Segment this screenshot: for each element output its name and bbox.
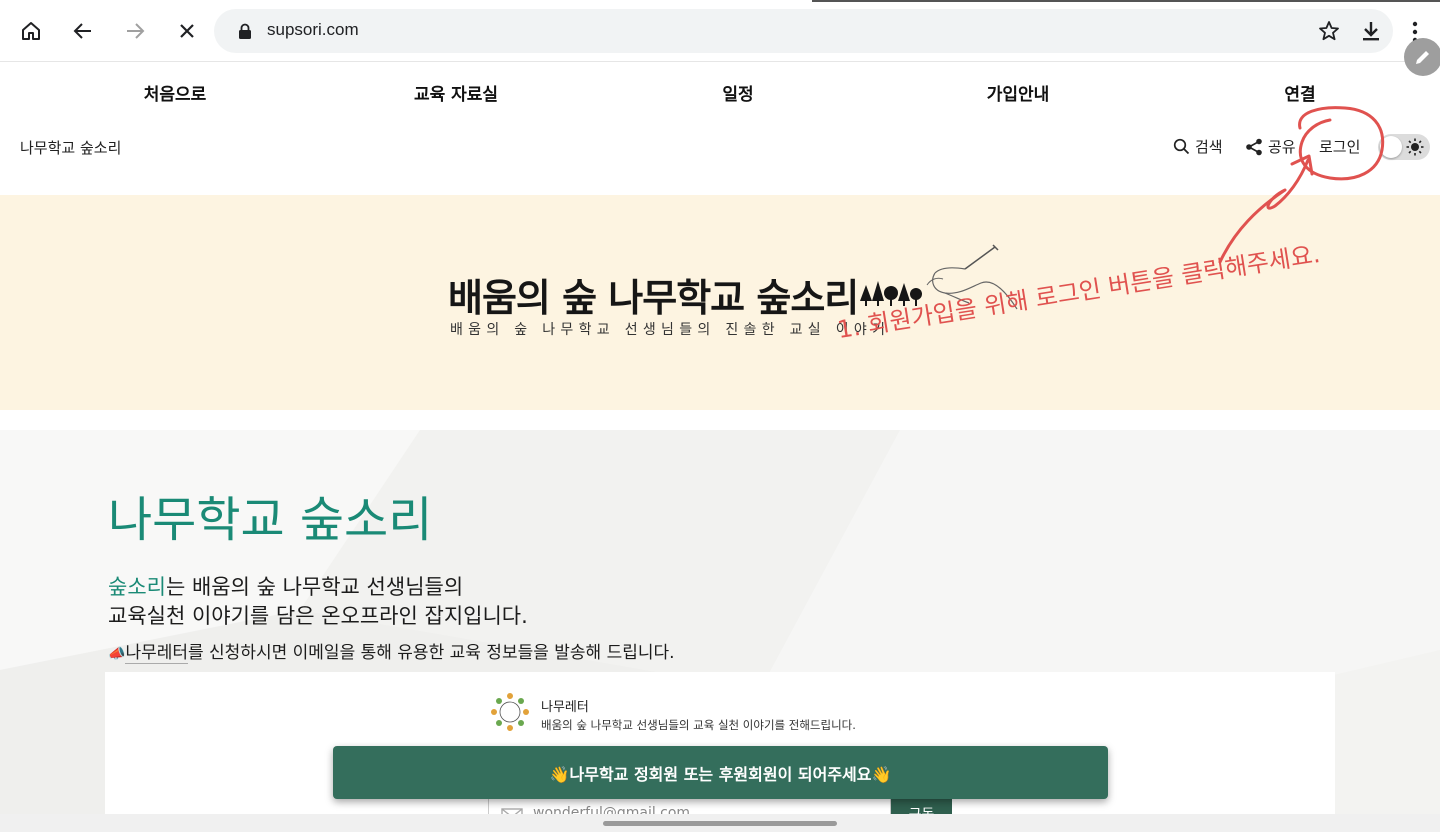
toggle-knob bbox=[1380, 136, 1402, 158]
site-nav: 처음으로 교육 자료실 일정 가입안내 연결 bbox=[0, 62, 1440, 120]
site-name[interactable]: 나무학교 숲소리 bbox=[20, 137, 121, 158]
close-icon[interactable] bbox=[168, 12, 206, 50]
search-icon bbox=[1173, 138, 1190, 155]
forward-icon[interactable] bbox=[116, 12, 154, 50]
hero-banner: 배움의 숲 나무학교 숲소리 배움의 숲 나무학교 선생님들의 진솔한 교실 이… bbox=[0, 195, 1440, 410]
nav-connect[interactable]: 연결 bbox=[1284, 80, 1315, 105]
download-icon[interactable] bbox=[1359, 19, 1383, 47]
membership-banner-button[interactable]: 👋나무학교 정회원 또는 후원회원이 되어주세요👋 bbox=[333, 746, 1108, 799]
search-button[interactable]: 검색 bbox=[1173, 136, 1223, 157]
newsletter-description: 배움의 숲 나무학교 선생님들의 교육 실천 이야기를 전해드립니다. bbox=[541, 718, 856, 732]
login-button[interactable]: 로그인 bbox=[1319, 136, 1360, 157]
lock-icon bbox=[238, 23, 252, 44]
sun-icon bbox=[1406, 138, 1424, 160]
search-label: 검색 bbox=[1195, 138, 1223, 156]
intro-line-2: 교육실천 이야기를 담은 온오프라인 잡지입니다. bbox=[108, 604, 528, 628]
site-header-bar: 나무학교 숲소리 검색 공유 로그인 bbox=[0, 120, 1440, 176]
intro-accent: 숲소리 bbox=[108, 575, 166, 599]
nav-home[interactable]: 처음으로 bbox=[144, 80, 207, 105]
share-label: 공유 bbox=[1268, 138, 1296, 156]
megaphone-icon: 📣 bbox=[108, 646, 126, 662]
intro-line-3: 📣나무레터를 신청하시면 이메일을 통해 유용한 교육 정보들을 발송해 드립니… bbox=[108, 638, 675, 664]
page-title: 나무학교 숲소리 bbox=[108, 492, 433, 548]
login-label: 로그인 bbox=[1319, 138, 1361, 156]
address-bar[interactable]: supsori.com bbox=[214, 9, 1393, 53]
nav-edu-resources[interactable]: 교육 자료실 bbox=[414, 80, 498, 105]
intro-line-1-text: 는 배움의 숲 나무학교 선생님들의 bbox=[165, 575, 464, 599]
intro-line-1: 숲소리는 배움의 숲 나무학교 선생님들의 bbox=[108, 571, 463, 601]
share-icon bbox=[1246, 138, 1262, 155]
theme-toggle[interactable] bbox=[1378, 134, 1430, 160]
browser-toolbar: supsori.com bbox=[0, 0, 1440, 62]
url-text: supsori.com bbox=[267, 20, 359, 39]
gesture-home-indicator[interactable] bbox=[603, 821, 837, 826]
membership-banner-text: 👋나무학교 정회원 또는 후원회원이 되어주세요👋 bbox=[549, 764, 892, 784]
banner-subtitle: 배움의 숲 나무학교 선생님들의 진솔한 교실 이야기 bbox=[450, 322, 891, 338]
nav-schedule[interactable]: 일정 bbox=[722, 80, 753, 105]
nav-join-guide[interactable]: 가입안내 bbox=[987, 80, 1050, 105]
loading-progress bbox=[812, 0, 1440, 2]
share-button[interactable]: 공유 bbox=[1245, 136, 1296, 157]
home-icon[interactable] bbox=[12, 12, 50, 50]
newsletter-name: 나무레터 bbox=[541, 700, 589, 715]
back-icon[interactable] bbox=[64, 12, 102, 50]
newsletter-logo bbox=[491, 693, 529, 731]
newsletter-link[interactable]: 나무레터 bbox=[125, 643, 188, 664]
banner-title: 배움의 숲 나무학교 숲소리 bbox=[448, 276, 859, 320]
star-icon[interactable] bbox=[1317, 19, 1341, 47]
intro-line-3-text: 를 신청하시면 이메일을 통해 유용한 교육 정보들을 발송해 드립니다. bbox=[188, 643, 675, 663]
